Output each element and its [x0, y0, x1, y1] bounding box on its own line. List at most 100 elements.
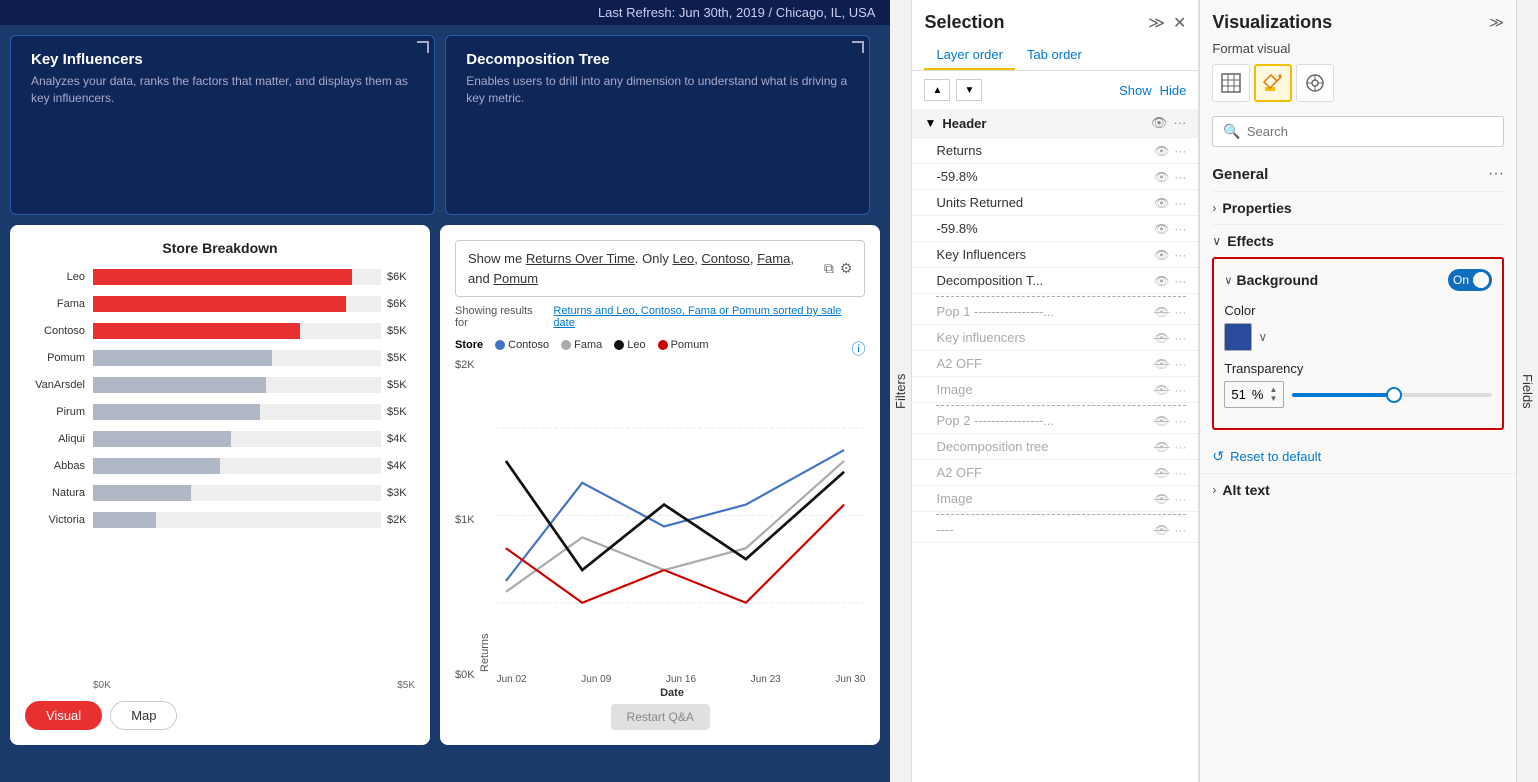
- leo-link[interactable]: Leo: [672, 251, 694, 266]
- item-59-1[interactable]: -59.8% 👁 ···: [912, 164, 1198, 190]
- eye-hidden-a2off1[interactable]: 👁: [1154, 357, 1169, 371]
- map-tab-btn[interactable]: Map: [110, 701, 177, 730]
- qa-input-box[interactable]: Show me Returns Over Time. Only Leo, Con…: [455, 240, 865, 297]
- color-swatch[interactable]: [1224, 323, 1252, 351]
- color-dropdown-icon[interactable]: ∨: [1258, 330, 1267, 344]
- search-input[interactable]: [1247, 124, 1493, 139]
- more-icon-units[interactable]: ···: [1174, 196, 1186, 210]
- paint-icon-btn[interactable]: [1254, 64, 1292, 102]
- eye-icon-units[interactable]: 👁: [1154, 196, 1169, 210]
- expand-icon[interactable]: ≫: [1489, 14, 1504, 31]
- info-icon[interactable]: ⓘ: [851, 339, 865, 359]
- item-59-2[interactable]: -59.8% 👁 ···: [912, 216, 1198, 242]
- item-image1-label: Image: [936, 382, 1154, 397]
- contoso-link[interactable]: Contoso: [701, 251, 749, 266]
- visual-tab-btn[interactable]: Visual: [25, 701, 102, 730]
- tab-layer-order[interactable]: Layer order: [924, 41, 1014, 70]
- settings-icon[interactable]: ⚙: [840, 260, 853, 277]
- bar-container: [93, 458, 381, 474]
- eye-hidden-pop1[interactable]: 👁: [1154, 305, 1169, 319]
- eye-icon-ki[interactable]: 👁: [1154, 248, 1169, 262]
- effects-header[interactable]: ∨ Effects: [1212, 224, 1504, 257]
- key-influencers-desc: Analyzes your data, ranks the factors th…: [31, 73, 414, 107]
- slider-thumb[interactable]: [1386, 387, 1402, 403]
- reset-row[interactable]: ↺ Reset to default: [1200, 440, 1516, 473]
- transparency-input[interactable]: 51 % ▲ ▼: [1224, 381, 1284, 408]
- spinner-up[interactable]: ▲: [1269, 386, 1277, 394]
- move-down-btn[interactable]: ▼: [956, 79, 982, 101]
- pomum-link[interactable]: Pomum: [493, 271, 538, 286]
- item-pop1[interactable]: Pop 1 ----------------... 👁 ···: [912, 299, 1198, 325]
- item-decomp-tree[interactable]: Decomposition tree 👁 ···: [912, 434, 1198, 460]
- item-returns[interactable]: Returns 👁 ···: [912, 138, 1198, 164]
- returns-link[interactable]: Returns Over Time: [526, 251, 635, 266]
- eye-icon-dt[interactable]: 👁: [1154, 274, 1169, 288]
- more-icon-ki[interactable]: ···: [1174, 248, 1186, 262]
- showing-link[interactable]: Returns and Leo, Contoso, Fama or Pomum …: [553, 305, 865, 329]
- properties-header[interactable]: › Properties: [1212, 191, 1504, 224]
- fama-link[interactable]: Fama: [757, 251, 790, 266]
- item-ki2-icons: 👁 ···: [1154, 331, 1186, 345]
- more-icon-returns[interactable]: ···: [1174, 144, 1186, 158]
- eye-hidden-dt[interactable]: 👁: [1154, 440, 1169, 454]
- more-dt2[interactable]: ···: [1174, 440, 1186, 454]
- more-pop1[interactable]: ···: [1174, 305, 1186, 319]
- more-pop2[interactable]: ···: [1174, 414, 1186, 428]
- eye-icon-592[interactable]: 👁: [1154, 222, 1169, 236]
- collapse-icon[interactable]: ≫: [1148, 13, 1165, 33]
- color-label: Color: [1224, 303, 1492, 318]
- general-more-btn[interactable]: ···: [1488, 165, 1504, 183]
- search-box[interactable]: 🔍: [1212, 116, 1504, 147]
- eye-hidden-image2[interactable]: 👁: [1154, 492, 1169, 506]
- item-dashes[interactable]: ---- 👁 ···: [912, 517, 1198, 543]
- eye-hidden-dashes[interactable]: 👁: [1154, 523, 1169, 537]
- more-icon-592[interactable]: ···: [1174, 222, 1186, 236]
- eye-hidden-ki2[interactable]: 👁: [1154, 331, 1169, 345]
- decomposition-tree-card[interactable]: Decomposition Tree Enables users to dril…: [445, 35, 870, 215]
- more-icon-591[interactable]: ···: [1174, 170, 1186, 184]
- spinner-down[interactable]: ▼: [1269, 395, 1277, 403]
- item-decomp-t[interactable]: Decomposition T... 👁 ···: [912, 268, 1198, 294]
- more-icon-dt[interactable]: ···: [1174, 274, 1186, 288]
- item-dt-icons: 👁 ···: [1154, 274, 1186, 288]
- more-dashes[interactable]: ···: [1174, 523, 1186, 537]
- alt-text-row[interactable]: › Alt text: [1200, 473, 1516, 506]
- item-key-influencers2[interactable]: Key influencers 👁 ···: [912, 325, 1198, 351]
- item-pop2[interactable]: Pop 2 ----------------... 👁 ···: [912, 408, 1198, 434]
- show-btn[interactable]: Show: [1119, 83, 1152, 98]
- transparency-spinner[interactable]: ▲ ▼: [1269, 386, 1277, 403]
- item-a2off2[interactable]: A2 OFF 👁 ···: [912, 460, 1198, 486]
- fields-panel[interactable]: Fields: [1516, 0, 1538, 782]
- move-up-btn[interactable]: ▲: [924, 79, 950, 101]
- item-units-returned[interactable]: Units Returned 👁 ···: [912, 190, 1198, 216]
- item-a2off1[interactable]: A2 OFF 👁 ···: [912, 351, 1198, 377]
- more-image2[interactable]: ···: [1174, 492, 1186, 506]
- selection-section-header[interactable]: ▼ Header 👁 ···: [912, 109, 1198, 138]
- key-influencers-card[interactable]: Key Influencers Analyzes your data, rank…: [10, 35, 435, 215]
- analytics-icon-btn[interactable]: [1296, 64, 1334, 102]
- more-ki2[interactable]: ···: [1174, 331, 1186, 345]
- more-image1[interactable]: ···: [1174, 383, 1186, 397]
- more-icon[interactable]: ···: [1173, 115, 1186, 131]
- restart-qa-btn[interactable]: Restart Q&A: [611, 704, 710, 730]
- item-key-influencers[interactable]: Key Influencers 👁 ···: [912, 242, 1198, 268]
- background-toggle[interactable]: On: [1448, 269, 1492, 291]
- eye-hidden-a2off2[interactable]: 👁: [1154, 466, 1169, 480]
- more-a2off2[interactable]: ···: [1174, 466, 1186, 480]
- eye-icon-591[interactable]: 👁: [1154, 170, 1169, 184]
- close-icon[interactable]: ✕: [1173, 13, 1186, 33]
- filters-panel[interactable]: Filters: [890, 0, 912, 782]
- transparency-slider[interactable]: [1292, 385, 1492, 405]
- item-image1[interactable]: Image 👁 ···: [912, 377, 1198, 403]
- eye-hidden-image1[interactable]: 👁: [1154, 383, 1169, 397]
- table-icon-btn[interactable]: [1212, 64, 1250, 102]
- tab-tab-order[interactable]: Tab order: [1015, 41, 1094, 70]
- more-a2off1[interactable]: ···: [1174, 357, 1186, 371]
- copy-icon[interactable]: ⧉: [824, 260, 834, 277]
- color-swatch-row[interactable]: ∨: [1224, 323, 1492, 351]
- item-image2[interactable]: Image 👁 ···: [912, 486, 1198, 512]
- eye-icon[interactable]: 👁: [1151, 115, 1168, 131]
- hide-btn[interactable]: Hide: [1160, 83, 1187, 98]
- eye-icon-returns[interactable]: 👁: [1154, 144, 1169, 158]
- eye-hidden-pop2[interactable]: 👁: [1154, 414, 1169, 428]
